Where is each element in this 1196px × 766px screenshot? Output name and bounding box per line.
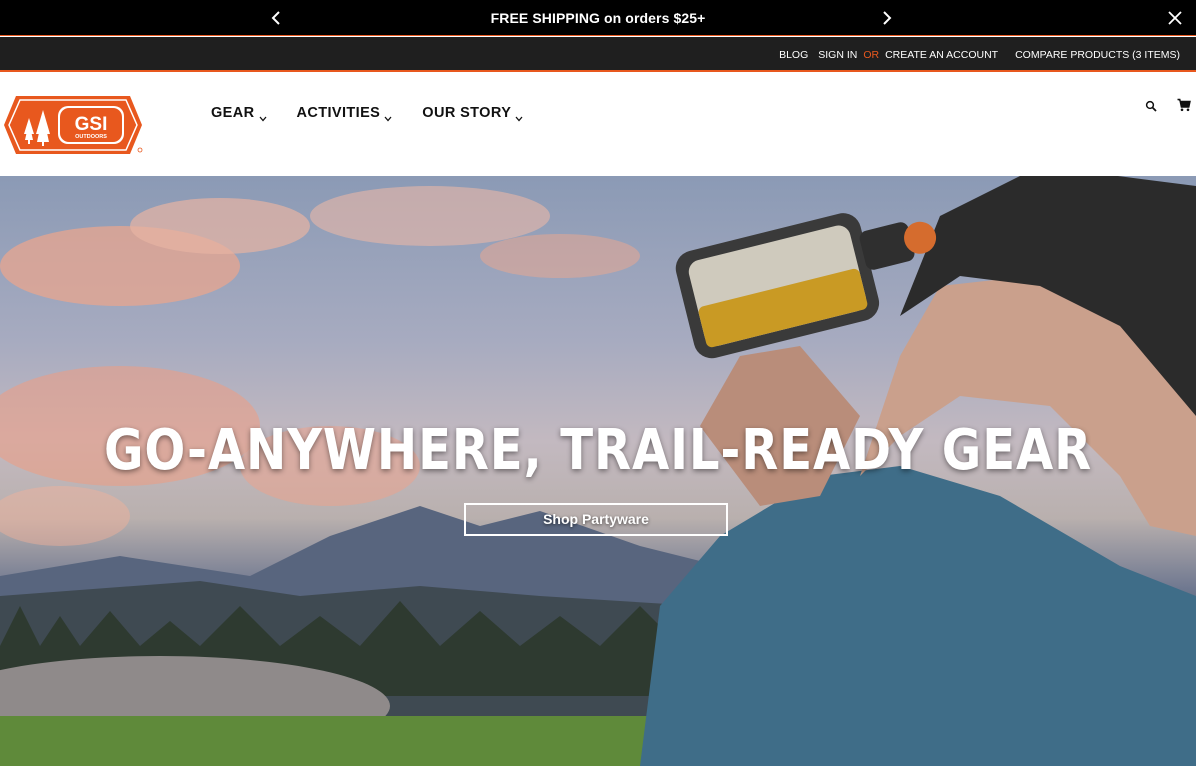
- nav-item-activities[interactable]: ACTIVITIES: [296, 105, 393, 122]
- shop-partyware-button[interactable]: Shop Partyware: [464, 503, 728, 536]
- nav-item-label: OUR STORY: [422, 105, 512, 121]
- search-icon[interactable]: [1145, 99, 1157, 112]
- logo-subtext: OUTDOORS: [75, 134, 107, 140]
- site-header: GSI OUTDOORS GEAR ACTIVITIES OUR STORY: [0, 74, 1196, 176]
- chevron-down-icon: [384, 110, 392, 122]
- cart-icon[interactable]: [1177, 98, 1191, 112]
- account-links: BLOG SIGN IN OR CREATE AN ACCOUNT COMPAR…: [771, 49, 1180, 61]
- announcement-message[interactable]: FREE SHIPPING on orders $25+: [0, 10, 1196, 26]
- nav-item-label: GEAR: [211, 105, 255, 121]
- sign-in-link[interactable]: SIGN IN: [818, 49, 857, 61]
- main-nav: GEAR ACTIVITIES OUR STORY: [211, 105, 553, 122]
- chevron-right-icon[interactable]: [878, 9, 896, 27]
- blog-link[interactable]: BLOG: [779, 49, 808, 61]
- logo-text: GSI: [75, 114, 108, 135]
- chevron-down-icon: [259, 110, 267, 122]
- compare-products-link[interactable]: COMPARE PRODUCTS (3 ITEMS): [1015, 49, 1180, 61]
- hero-headline: GO-ANYWHERE, TRAIL-READY GEAR: [103, 418, 1093, 483]
- nav-item-gear[interactable]: GEAR: [211, 105, 267, 122]
- utility-bar: BLOG SIGN IN OR CREATE AN ACCOUNT COMPAR…: [0, 37, 1196, 72]
- chevron-down-icon: [515, 110, 523, 122]
- nav-item-label: ACTIVITIES: [296, 105, 381, 121]
- hero-banner[interactable]: GO-ANYWHERE, TRAIL-READY GEAR Shop Party…: [0, 176, 1196, 766]
- announcement-bar: FREE SHIPPING on orders $25+: [0, 0, 1196, 36]
- create-account-link[interactable]: CREATE AN ACCOUNT: [885, 49, 998, 61]
- nav-item-our-story[interactable]: OUR STORY: [422, 105, 523, 122]
- gsi-outdoors-logo[interactable]: GSI OUTDOORS: [2, 92, 144, 158]
- close-icon[interactable]: [1168, 11, 1182, 25]
- or-separator: OR: [863, 49, 880, 61]
